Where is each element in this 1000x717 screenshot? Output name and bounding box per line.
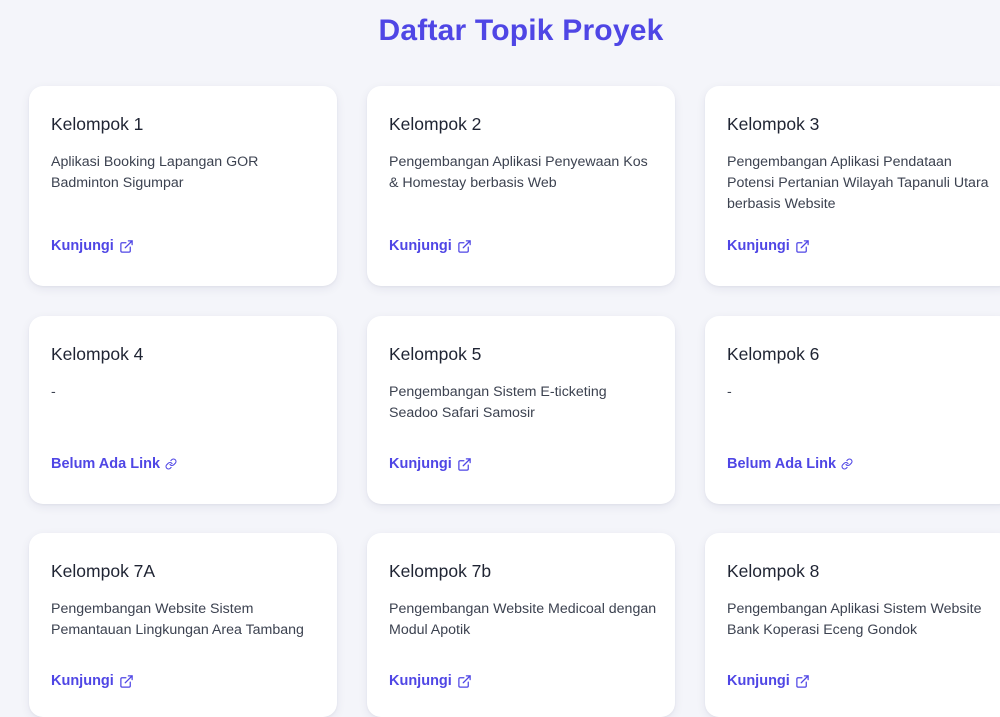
project-card: Kelompok 2 Pengembangan Aplikasi Penyewa… (367, 86, 675, 286)
visit-link[interactable]: Kunjungi (389, 238, 472, 254)
external-link-icon (120, 674, 133, 688)
card-description: Aplikasi Booking Lapangan GOR Badminton … (51, 154, 259, 191)
external-link-icon (458, 674, 471, 688)
visit-link[interactable]: Kunjungi (727, 673, 810, 689)
visit-link-label: Kunjungi (389, 673, 452, 689)
external-link-icon (120, 239, 133, 253)
card-description: Pengembangan Sistem E-ticketing Seadoo S… (389, 384, 607, 421)
card-title: Kelompok 1 (51, 114, 144, 134)
external-link-icon (458, 457, 471, 471)
visit-link[interactable]: Kunjungi (389, 673, 472, 689)
card-description: Pengembangan Aplikasi Penyewaan Kos & Ho… (389, 154, 648, 191)
card-description: Pengembangan Aplikasi Pendataan Potensi … (727, 154, 989, 212)
visit-link-label: Kunjungi (727, 673, 790, 689)
project-card: Kelompok 6 - Belum Ada Link (705, 316, 1000, 504)
visit-link[interactable]: Kunjungi (51, 673, 134, 689)
card-description: Pengembangan Website Sistem Pemantauan L… (51, 601, 304, 638)
project-card: Kelompok 3 Pengembangan Aplikasi Pendata… (705, 86, 1000, 286)
project-card: Kelompok 5 Pengembangan Sistem E-ticketi… (367, 316, 675, 504)
project-card: Kelompok 8 Pengembangan Aplikasi Sistem … (705, 533, 1000, 717)
no-link-yet[interactable]: Belum Ada Link (727, 456, 853, 472)
card-title: Kelompok 7b (389, 561, 492, 581)
link-icon (165, 458, 177, 470)
project-card: Kelompok 4 - Belum Ada Link (29, 316, 337, 504)
no-link-label: Belum Ada Link (51, 456, 161, 472)
card-description: Pengembangan Website Medicoal dengan Mod… (389, 601, 657, 638)
external-link-icon (796, 239, 809, 253)
visit-link-label: Kunjungi (51, 238, 114, 254)
external-link-icon (796, 674, 809, 688)
card-title: Kelompok 3 (727, 114, 820, 134)
project-card: Kelompok 1 Aplikasi Booking Lapangan GOR… (29, 86, 337, 286)
card-title: Kelompok 8 (727, 561, 820, 581)
card-title: Kelompok 6 (727, 344, 820, 364)
no-link-yet[interactable]: Belum Ada Link (51, 456, 177, 472)
card-description: - (51, 384, 56, 400)
external-link-icon (458, 239, 471, 253)
visit-link-label: Kunjungi (51, 673, 114, 689)
card-description: Pengembangan Aplikasi Sistem Website Ban… (727, 601, 982, 638)
visit-link-label: Kunjungi (389, 238, 452, 254)
visit-link-label: Kunjungi (389, 456, 452, 472)
card-title: Kelompok 5 (389, 344, 482, 364)
card-title: Kelompok 2 (389, 114, 482, 134)
card-title: Kelompok 4 (51, 344, 144, 364)
page-title: Daftar Topik Proyek (378, 14, 664, 47)
visit-link[interactable]: Kunjungi (51, 238, 134, 254)
visit-link-label: Kunjungi (727, 238, 790, 254)
visit-link[interactable]: Kunjungi (727, 238, 810, 254)
no-link-label: Belum Ada Link (727, 456, 837, 472)
card-title: Kelompok 7A (51, 561, 156, 581)
project-card: Kelompok 7A Pengembangan Website Sistem … (29, 533, 337, 717)
card-description: - (727, 384, 732, 400)
project-card: Kelompok 7b Pengembangan Website Medicoa… (367, 533, 675, 717)
visit-link[interactable]: Kunjungi (389, 456, 472, 472)
link-icon (841, 458, 853, 470)
